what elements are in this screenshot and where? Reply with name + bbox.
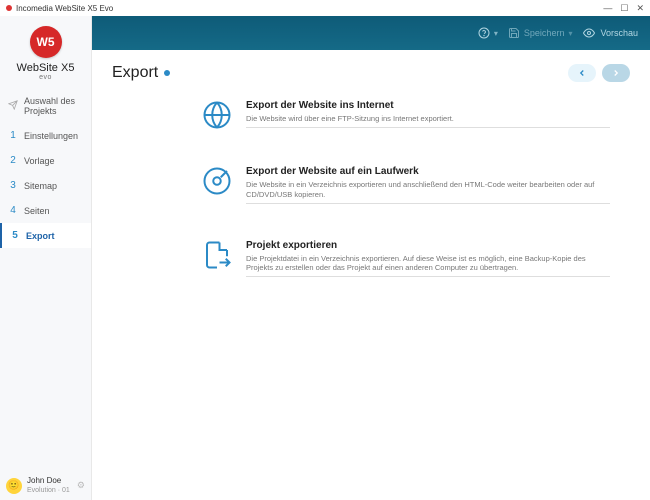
sidebar-item-label: Export: [26, 231, 55, 241]
option-desc: Die Website wird über eine FTP-Sitzung i…: [246, 114, 610, 124]
sidebar-item-label: Vorlage: [24, 156, 55, 166]
gear-icon[interactable]: ⚙: [77, 480, 85, 491]
chevron-right-icon: [611, 68, 621, 78]
sidebar-item-label: Seiten: [24, 206, 50, 216]
window-title: Incomedia WebSite X5 Evo: [16, 4, 113, 13]
chevron-down-icon: ▾: [568, 29, 572, 38]
option-title: Export der Website auf ein Laufwerk: [246, 166, 610, 177]
option-title: Export der Website ins Internet: [246, 100, 610, 111]
window-minimize-button[interactable]: —: [603, 3, 612, 14]
avatar-icon: 🙂: [6, 478, 22, 494]
eye-icon: [582, 27, 596, 39]
preview-label: Vorschau: [600, 28, 638, 38]
sidebar-item-label: Auswahl des Projekts: [24, 96, 83, 116]
forward-button[interactable]: [602, 64, 630, 82]
sidebar-item-label: Sitemap: [24, 181, 57, 191]
save-button[interactable]: Speichern ▾: [508, 27, 573, 39]
main-area: ▾ Speichern ▾ Vorschau Export: [92, 16, 650, 500]
sidebar-item-export[interactable]: 5 Export: [0, 223, 91, 248]
brand-subtitle: evo: [39, 74, 52, 81]
sidebar-item-pages[interactable]: 4 Seiten: [0, 198, 91, 223]
preview-button[interactable]: Vorschau: [582, 27, 638, 39]
back-button[interactable]: [568, 64, 596, 82]
topbar: ▾ Speichern ▾ Vorschau: [92, 16, 650, 50]
sidebar-item-label: Einstellungen: [24, 131, 78, 141]
help-circle-icon: [478, 27, 490, 39]
content-area: Export der Website ins Internet Die Webs…: [92, 90, 650, 313]
sidebar-item-sitemap[interactable]: 3 Sitemap: [0, 173, 91, 198]
page-title: Export: [112, 64, 158, 82]
help-menu[interactable]: ▾: [478, 27, 498, 39]
file-export-icon: [202, 240, 232, 270]
option-title: Projekt exportieren: [246, 240, 610, 251]
option-desc: Die Projektdatei in ein Verzeichnis expo…: [246, 254, 610, 274]
sidebar: W5 WebSite X5 evo Auswahl des Projekts 1…: [0, 16, 92, 500]
brand-name: WebSite X5: [17, 62, 75, 74]
step-nav: Auswahl des Projekts 1 Einstellungen 2 V…: [0, 89, 91, 248]
sidebar-footer: 🙂 John Doe Evolution · 01 ⚙: [0, 471, 91, 500]
window-titlebar: Incomedia WebSite X5 Evo — ☐ ✕: [0, 0, 650, 16]
page-header: Export: [92, 50, 650, 90]
sidebar-item-project-select[interactable]: Auswahl des Projekts: [0, 89, 91, 123]
export-option-disk[interactable]: Export der Website auf ein Laufwerk Die …: [202, 166, 610, 204]
save-icon: [508, 27, 520, 39]
chevron-down-icon: ▾: [494, 29, 498, 38]
window-close-button[interactable]: ✕: [636, 3, 644, 14]
brand-logo-icon: W5: [30, 26, 62, 58]
globe-icon: [202, 100, 232, 130]
option-desc: Die Website in ein Verzeichnis exportier…: [246, 180, 610, 200]
user-name: John Doe: [27, 477, 70, 485]
user-plan: Evolution · 01: [27, 487, 70, 494]
app-icon: [6, 5, 12, 11]
chevron-left-icon: [577, 68, 587, 78]
export-option-project[interactable]: Projekt exportieren Die Projektdatei in …: [202, 240, 610, 278]
save-label: Speichern: [524, 28, 565, 38]
disc-icon: [202, 166, 232, 196]
brand-block: W5 WebSite X5 evo: [0, 16, 91, 89]
send-icon: [8, 100, 18, 112]
window-maximize-button[interactable]: ☐: [620, 3, 628, 14]
info-dot-icon[interactable]: [164, 70, 170, 76]
sidebar-item-settings[interactable]: 1 Einstellungen: [0, 123, 91, 148]
sidebar-item-template[interactable]: 2 Vorlage: [0, 148, 91, 173]
export-option-internet[interactable]: Export der Website ins Internet Die Webs…: [202, 100, 610, 130]
